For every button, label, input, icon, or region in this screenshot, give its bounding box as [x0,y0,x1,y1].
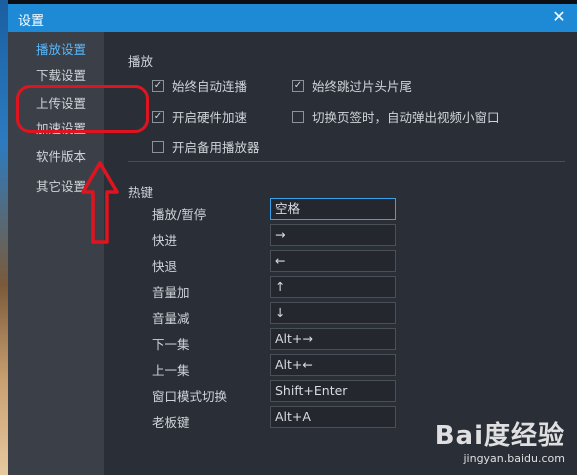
sidebar-item-playback[interactable]: 播放设置 [8,37,104,63]
close-icon[interactable]: ✕ [549,7,569,27]
title-bar: 设置 ✕ [8,4,577,32]
watermark-url-text: jingyan.baidu.com [463,452,565,465]
checkbox-mini-window-on-tab-switch[interactable]: 切换页签时，自动弹出视频小窗口 [292,107,500,126]
hotkey-label-volume-up: 音量加 [152,285,190,300]
hotkey-label-rewind: 快退 [152,259,178,274]
hotkey-input-rewind[interactable]: ← [270,250,396,272]
hotkey-label-next-episode: 下一集 [152,337,190,352]
checkbox-label: 开启备用播放器 [172,140,260,155]
baidu-jingyan-watermark: Bai度经验 jingyan.baidu.com [435,415,565,465]
checkbox-checked-icon: ✓ [152,79,164,92]
checkbox-unchecked-icon [152,140,164,153]
hotkey-input-window-mode[interactable]: Shift+Enter [270,380,396,402]
settings-content: 播放 ✓ 始终自动连播 ✓ 始终跳过片头片尾 ✓ 开启硬件加速 切换页签时，自动… [104,32,577,475]
hotkey-label-previous-episode: 上一集 [152,363,190,378]
hotkey-input-volume-down[interactable]: ↓ [270,302,396,324]
checkbox-auto-continuous-play[interactable]: ✓ 始终自动连播 [152,76,247,95]
checkbox-label: 切换页签时，自动弹出视频小窗口 [312,110,500,125]
watermark-main-text: Bai度经验 [434,421,565,451]
hotkey-input-boss-key[interactable]: Alt+A [270,406,396,428]
checkbox-backup-player[interactable]: 开启备用播放器 [152,137,260,156]
hotkey-input-play-pause[interactable]: 空格 [270,198,396,220]
hotkey-input-fast-forward[interactable]: → [270,224,396,246]
checkbox-skip-intro-outro[interactable]: ✓ 始终跳过片头片尾 [292,76,412,95]
window-title: 设置 [18,14,45,29]
background-photo-edge [0,0,8,475]
hotkey-input-previous-episode[interactable]: Alt+← [270,354,396,376]
checkbox-label: 始终跳过片头片尾 [312,79,413,94]
checkbox-unchecked-icon [292,110,304,123]
hotkey-input-volume-up[interactable]: ↑ [270,276,396,298]
hotkey-input-next-episode[interactable]: Alt+→ [270,328,396,350]
hotkey-label-play-pause: 播放/暂停 [152,207,207,222]
hotkey-label-window-mode: 窗口模式切换 [152,389,228,404]
annotation-highlight-box [16,85,149,133]
checkbox-label: 开启硬件加速 [172,110,248,125]
checkbox-hardware-acceleration[interactable]: ✓ 开启硬件加速 [152,107,247,126]
playback-section-title: 播放 [128,54,154,69]
hotkey-label-boss-key: 老板键 [152,415,190,430]
checkbox-checked-icon: ✓ [152,110,164,123]
checkbox-checked-icon: ✓ [292,79,304,92]
hotkeys-section-title: 热键 [128,185,154,200]
annotation-up-arrow-icon [81,161,119,244]
section-divider [128,161,565,162]
hotkey-label-fast-forward: 快进 [152,233,178,248]
hotkey-label-volume-down: 音量减 [152,311,190,326]
checkbox-label: 始终自动连播 [172,79,248,94]
